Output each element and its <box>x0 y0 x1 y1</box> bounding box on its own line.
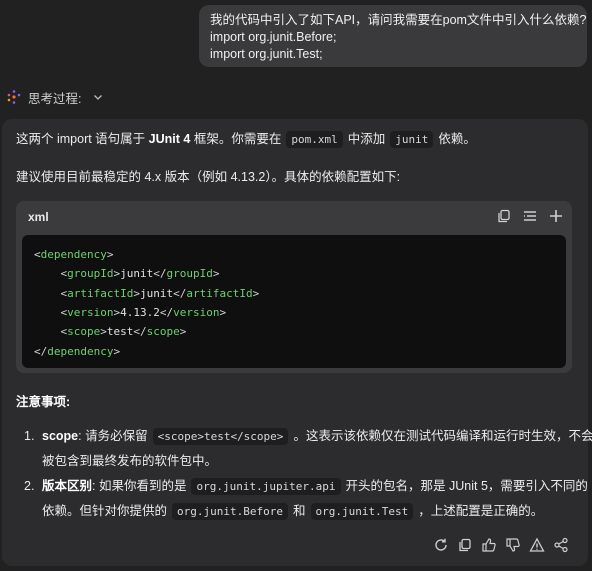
text: 这两个 import 语句属于 <box>16 132 149 146</box>
list-item: 2. 版本区别: 如果你看到的是 org.junit.jupiter.api 开头的… <box>24 474 588 524</box>
code-line: <scope>test</scope> <box>34 324 187 340</box>
xml-tag: version <box>67 305 114 319</box>
xml-text: junit <box>120 267 154 281</box>
code-line: <dependency> <box>34 247 113 263</box>
message-actions <box>433 537 569 553</box>
list-number: 1. <box>24 429 35 443</box>
bracket: > <box>179 325 187 339</box>
answer-paragraph: 建议使用目前最稳定的 4.x 版本（例如 4.13.2）。具体的依赖配置如下: <box>16 170 401 184</box>
bracket: </ <box>173 286 187 300</box>
bracket: > <box>219 305 227 319</box>
user-message-line: import org.junit.Before; <box>210 30 337 44</box>
xml-tag: artifactId <box>67 286 134 300</box>
xml-tag: version <box>173 305 220 319</box>
bracket: > <box>113 344 121 358</box>
list-number: 2. <box>24 479 35 493</box>
code-body: <dependency> <groupId>junit</groupId> <a… <box>22 235 566 368</box>
bold-text: 版本区别 <box>42 479 93 493</box>
xml-tag: dependency <box>40 248 107 261</box>
user-message-line: 我的代码中引入了如下API，请问我需要在pom文件中引入什么依赖? <box>210 13 587 27</box>
wrap-icon[interactable] <box>522 208 538 224</box>
list-line: 被包含到最终发布的软件包中。 <box>42 454 218 468</box>
bracket: </ <box>153 267 167 281</box>
list-item: 1. scope: 请务必保留 <scope>test</scope> 。这表示该依… <box>24 424 592 474</box>
code-line: <groupId>junit</groupId> <box>34 266 220 282</box>
user-message-bubble: 我的代码中引入了如下API，请问我需要在pom文件中引入什么依赖? import… <box>199 5 587 67</box>
list-line: 版本区别: 如果你看到的是 org.junit.jupiter.api 开头的包名，… <box>42 474 588 499</box>
copy-icon[interactable] <box>496 208 512 224</box>
bracket: > <box>252 286 260 300</box>
bracket: > <box>106 248 114 261</box>
code-line: </dependency> <box>34 344 120 360</box>
bracket: </ <box>34 344 48 358</box>
code-toolbar <box>496 208 564 224</box>
thumbs-up-icon[interactable] <box>481 537 497 553</box>
regenerate-icon[interactable] <box>433 537 449 553</box>
thinking-label: 思考过程: <box>28 91 82 106</box>
text: 。这表示该依赖仅在测试代码编译和运行时生效，不会 <box>293 429 592 443</box>
inline-code: pom.xml <box>286 131 343 148</box>
bracket: < <box>34 248 41 261</box>
expand-icon[interactable] <box>548 208 564 224</box>
text: 和 <box>292 504 306 518</box>
xml-text: junit <box>139 286 174 300</box>
text: ，上述配置是正确的。 <box>418 504 544 518</box>
bracket: > <box>212 267 220 281</box>
text: : 如果你看到的是 <box>92 479 187 493</box>
code-line: <version>4.13.2</version> <box>34 305 227 321</box>
xml-tag: dependency <box>47 344 114 358</box>
xml-tag: groupId <box>166 267 213 281</box>
inline-code: junit <box>390 131 434 148</box>
code-line: <artifactId>junit</artifactId> <box>34 286 260 302</box>
list-line: 依赖。但针对你提供的 org.junit.Before 和 org.junit.Tes… <box>42 499 576 524</box>
notes-heading: 注意事项: <box>16 395 71 409</box>
xml-tag: scope <box>67 325 101 339</box>
text: : 请务必保留 <box>78 429 148 443</box>
inline-code: org.junit.Before <box>172 503 288 520</box>
bold-text: scope <box>42 429 79 443</box>
xml-tag: groupId <box>67 267 114 281</box>
answer-paragraph: 这两个 import 语句属于 JUnit 4 框架。你需要在 pom.xml 中添… <box>16 130 476 149</box>
xml-text: test <box>106 325 134 339</box>
text: 开头的包名，那是 JUnit 5，需要引入不同的 <box>345 479 588 493</box>
thumbs-down-icon[interactable] <box>505 537 521 553</box>
code-language-label: xml <box>28 210 49 224</box>
xml-text: 4.13.2 <box>120 305 160 319</box>
thinking-spark-icon <box>7 90 21 104</box>
text: 框架。你需要在 <box>190 132 282 146</box>
xml-tag: artifactId <box>186 286 253 300</box>
thinking-toggle[interactable]: 思考过程: <box>6 87 103 107</box>
text: 依赖。但针对你提供的 <box>42 504 168 518</box>
user-message-line: import org.junit.Test; <box>210 47 323 61</box>
text: 中添加 <box>347 132 386 146</box>
inline-code: org.junit.jupiter.api <box>191 478 341 495</box>
assistant-answer: 这两个 import 语句属于 JUnit 4 框架。你需要在 pom.xml 中添… <box>2 119 592 566</box>
bracket: > <box>133 286 140 300</box>
inline-code: org.junit.Test <box>310 503 414 520</box>
bracket: </ <box>159 305 174 319</box>
code-block: xml <dependency> <groupId>junit</groupId… <box>16 201 572 373</box>
bracket: > <box>100 325 107 339</box>
chevron-down-icon <box>94 95 103 100</box>
text: 依赖。 <box>438 132 476 146</box>
xml-tag: scope <box>146 325 180 339</box>
bold-text: JUnit 4 <box>148 132 191 146</box>
inline-code: <scope>test</scope> <box>152 428 289 445</box>
list-line: scope: 请务必保留 <scope>test</scope> 。这表示该依赖仅在… <box>42 424 592 449</box>
bracket: </ <box>133 325 147 339</box>
copy-icon[interactable] <box>457 537 473 553</box>
warning-icon[interactable] <box>529 537 545 553</box>
notes-list: 1. scope: 请务必保留 <scope>test</scope> 。这表示该依… <box>24 424 592 524</box>
share-icon[interactable] <box>553 537 569 553</box>
